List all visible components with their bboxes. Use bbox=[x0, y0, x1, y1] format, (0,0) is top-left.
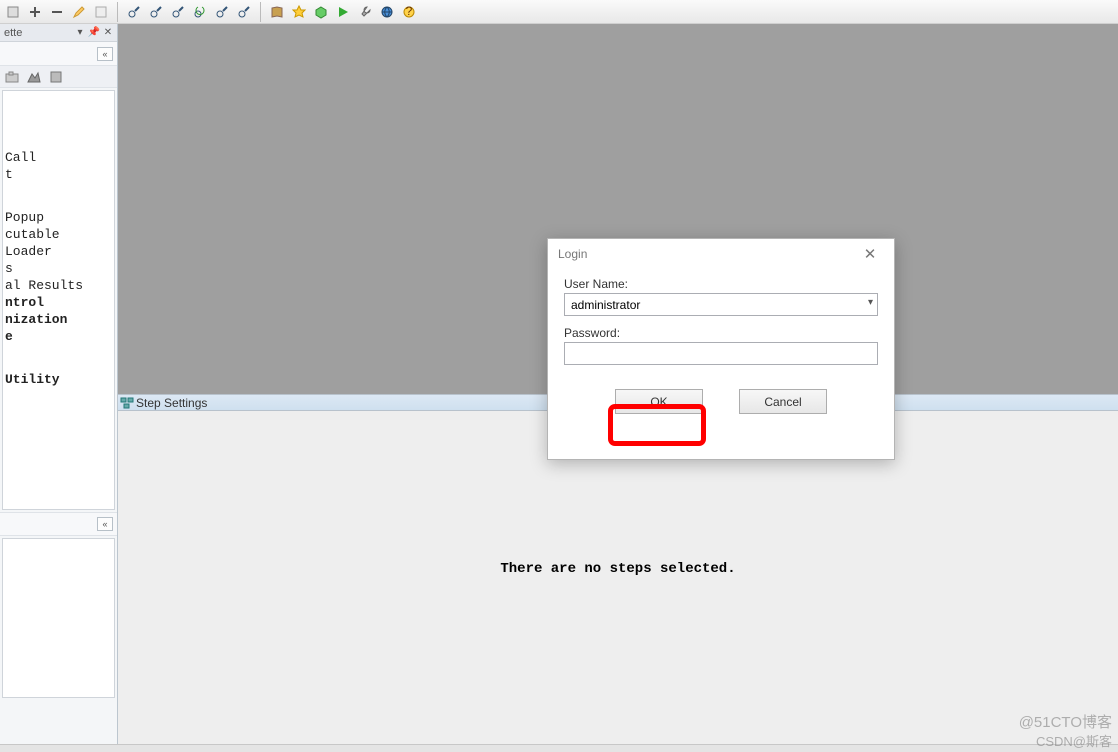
cube-icon[interactable] bbox=[311, 2, 331, 22]
username-value: administrator bbox=[571, 298, 640, 312]
microscope-icon[interactable] bbox=[168, 2, 188, 22]
globe-icon[interactable] bbox=[377, 2, 397, 22]
watermark: @51CTO博客 bbox=[1019, 711, 1112, 732]
palette-title: ette bbox=[2, 27, 73, 39]
watermark: CSDN@斯客 bbox=[1036, 731, 1112, 750]
tree-item[interactable]: s bbox=[3, 260, 112, 277]
password-field[interactable] bbox=[564, 342, 878, 365]
microscope-loop-icon[interactable] bbox=[190, 2, 210, 22]
mountain-icon[interactable] bbox=[26, 69, 42, 85]
chevron-down-icon[interactable]: ▾ bbox=[868, 297, 873, 308]
palette-empty-panel bbox=[2, 538, 115, 698]
wrench-icon[interactable] bbox=[355, 2, 375, 22]
tree-item[interactable]: cutable bbox=[3, 226, 112, 243]
microscope-icon[interactable] bbox=[234, 2, 254, 22]
toolbar-separator bbox=[260, 2, 261, 22]
bottom-tab-strip[interactable] bbox=[0, 744, 1118, 752]
play-icon[interactable] bbox=[333, 2, 353, 22]
palette-header: ette ▾ 📌 ✕ bbox=[0, 24, 117, 42]
toolbar-separator bbox=[117, 2, 118, 22]
collapse-up-icon[interactable]: « bbox=[97, 517, 113, 531]
camera-icon[interactable] bbox=[4, 69, 20, 85]
tree-item[interactable]: Loader bbox=[3, 243, 112, 260]
book-icon[interactable] bbox=[267, 2, 287, 22]
main-toolbar: ? bbox=[0, 0, 1118, 24]
tree-item[interactable]: Utility bbox=[3, 371, 112, 388]
username-label: User Name: bbox=[564, 277, 878, 291]
svg-text:?: ? bbox=[406, 5, 413, 18]
tree-item[interactable]: e bbox=[3, 328, 112, 345]
pin-icon[interactable]: 📌 bbox=[87, 27, 101, 38]
dropdown-icon[interactable]: ▾ bbox=[73, 27, 87, 38]
dialog-title: Login bbox=[558, 247, 587, 261]
palette-search-row-bottom: « bbox=[0, 512, 117, 536]
cancel-button[interactable]: Cancel bbox=[739, 389, 827, 414]
help-icon[interactable]: ? bbox=[399, 2, 419, 22]
tool-generic-icon[interactable] bbox=[91, 2, 111, 22]
minus-icon[interactable] bbox=[47, 2, 67, 22]
microscope-icon[interactable] bbox=[212, 2, 232, 22]
close-icon[interactable]: ✕ bbox=[856, 244, 884, 264]
step-empty-message: There are no steps selected. bbox=[118, 561, 1118, 577]
tree-item[interactable]: t bbox=[3, 166, 112, 183]
dialog-titlebar[interactable]: Login ✕ bbox=[548, 239, 894, 269]
close-icon[interactable]: ✕ bbox=[101, 27, 115, 38]
password-label: Password: bbox=[564, 326, 878, 340]
tree-item[interactable]: al Results bbox=[3, 277, 112, 294]
edit-icon[interactable] bbox=[69, 2, 89, 22]
palette-panel: ette ▾ 📌 ✕ « Call t Popup cutable Loader… bbox=[0, 24, 118, 744]
palette-search-row: « bbox=[0, 42, 117, 66]
panel-icon bbox=[120, 397, 134, 409]
collapse-up-icon[interactable]: « bbox=[97, 47, 113, 61]
stop-icon[interactable] bbox=[48, 69, 64, 85]
username-combo[interactable]: administrator ▾ bbox=[564, 293, 878, 316]
tree-item[interactable]: nization bbox=[3, 311, 112, 328]
login-dialog: Login ✕ User Name: administrator ▾ Passw… bbox=[547, 238, 895, 460]
tool-generic-icon[interactable] bbox=[3, 2, 23, 22]
step-settings-title: Step Settings bbox=[136, 396, 207, 410]
star-icon[interactable] bbox=[289, 2, 309, 22]
tree-item[interactable]: ntrol bbox=[3, 294, 112, 311]
microscope-icon[interactable] bbox=[124, 2, 144, 22]
palette-tree[interactable]: Call t Popup cutable Loader s al Results… bbox=[2, 90, 115, 510]
plus-icon[interactable] bbox=[25, 2, 45, 22]
palette-mini-toolbar bbox=[0, 66, 117, 88]
microscope-icon[interactable] bbox=[146, 2, 166, 22]
ok-button[interactable]: OK bbox=[615, 389, 703, 414]
tree-item[interactable]: Call bbox=[3, 149, 112, 166]
tree-item[interactable]: Popup bbox=[3, 209, 112, 226]
